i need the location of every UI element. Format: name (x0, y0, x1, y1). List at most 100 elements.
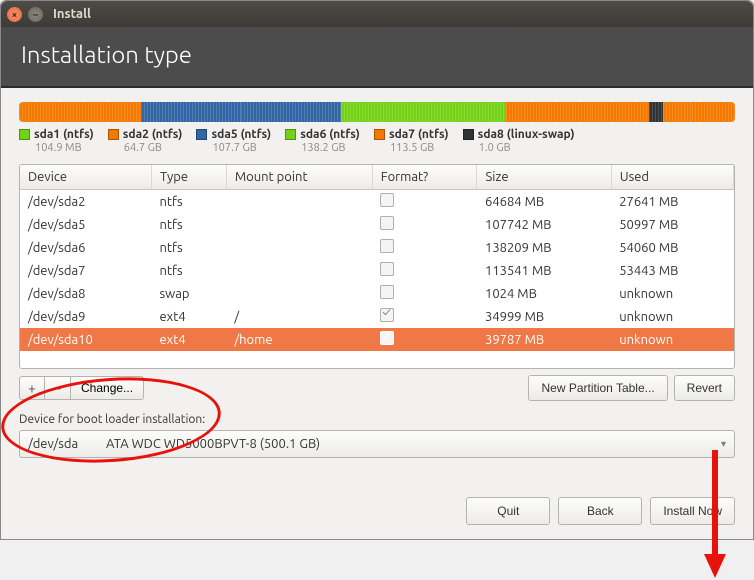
partition-segment[interactable] (592, 102, 649, 122)
cell-used: unknown (611, 282, 733, 305)
table-row[interactable]: /dev/sda7ntfs 113541 MB53443 MB (20, 259, 734, 282)
cell-type: ntfs (151, 236, 226, 259)
column-header[interactable]: Size (477, 165, 611, 190)
partition-segment[interactable] (506, 102, 592, 122)
format-checkbox[interactable] (380, 308, 394, 322)
partition-segment[interactable] (692, 102, 735, 122)
window-title: Install (53, 7, 91, 21)
legend-label: sda6 (ntfs) (300, 128, 360, 142)
content-area: sda1 (ntfs)104.9 MB sda2 (ntfs)64.7 GB sda… (1, 88, 753, 487)
cell-size: 138209 MB (477, 236, 611, 259)
dropdown-icon: ▾ (721, 438, 726, 450)
partition-usage-bar (19, 102, 735, 122)
back-button[interactable]: Back (558, 497, 642, 525)
cell-format[interactable] (372, 190, 477, 214)
cell-format[interactable] (372, 259, 477, 282)
cell-device: /dev/sda10 (20, 328, 151, 351)
minimize-icon[interactable]: – (28, 7, 43, 22)
format-checkbox[interactable] (380, 216, 394, 230)
cell-type: ext4 (151, 305, 226, 328)
close-icon[interactable]: × (7, 7, 22, 22)
partition-segment[interactable] (141, 102, 241, 122)
cell-device: /dev/sda8 (20, 282, 151, 305)
format-checkbox[interactable] (380, 239, 394, 253)
cell-mount (226, 259, 372, 282)
cell-type: ext4 (151, 328, 226, 351)
format-checkbox[interactable] (380, 193, 394, 207)
cell-mount (226, 282, 372, 305)
column-header[interactable]: Device (20, 165, 151, 190)
cell-device: /dev/sda7 (20, 259, 151, 282)
cell-format[interactable] (372, 328, 477, 351)
cell-used: unknown (611, 328, 733, 351)
legend-swatch (374, 129, 385, 140)
column-header[interactable]: Format? (372, 165, 477, 190)
cell-size: 1024 MB (477, 282, 611, 305)
install-now-button[interactable]: Install Now (650, 497, 735, 525)
install-window: × – Install Installation type sda1 (ntfs… (0, 0, 754, 540)
add-partition-button[interactable]: + (19, 376, 45, 400)
legend-item: sda7 (ntfs)113.5 GB (374, 128, 449, 154)
table-row[interactable]: /dev/sda5ntfs 107742 MB50997 MB (20, 213, 734, 236)
column-header[interactable]: Type (151, 165, 226, 190)
table-row[interactable]: /dev/sda6ntfs138209 MB54060 MB (20, 236, 734, 259)
cell-size: 64684 MB (477, 190, 611, 214)
table-row[interactable]: /dev/sda8swap 1024 MBunknown (20, 282, 734, 305)
new-partition-table-button[interactable]: New Partition Table... (528, 375, 667, 401)
cell-used: 54060 MB (611, 236, 733, 259)
cell-size: 34999 MB (477, 305, 611, 328)
format-checkbox[interactable] (380, 331, 394, 345)
partition-segment[interactable] (470, 102, 506, 122)
cell-mount: /home (226, 328, 372, 351)
cell-size: 107742 MB (477, 213, 611, 236)
legend-size: 104.9 MB (35, 142, 94, 155)
cell-type: ntfs (151, 259, 226, 282)
quit-button[interactable]: Quit (466, 497, 550, 525)
legend-label: sda2 (ntfs) (123, 128, 183, 142)
page-title: Installation type (21, 41, 733, 68)
format-checkbox[interactable] (380, 285, 394, 299)
legend-item: sda6 (ntfs)138.2 GB (285, 128, 360, 154)
partition-legend: sda1 (ntfs)104.9 MB sda2 (ntfs)64.7 GB sda… (19, 128, 735, 154)
legend-size: 107.7 GB (212, 142, 271, 155)
partition-segment[interactable] (241, 102, 341, 122)
cell-device: /dev/sda2 (20, 190, 151, 214)
cell-mount (226, 190, 372, 214)
partition-segment[interactable] (91, 102, 141, 122)
cell-type: ntfs (151, 213, 226, 236)
cell-format[interactable] (372, 236, 477, 259)
column-header[interactable]: Mount point (226, 165, 372, 190)
partition-segment[interactable] (341, 102, 470, 122)
table-row[interactable]: /dev/sda10ext4/home39787 MBunknown (20, 328, 734, 351)
partition-segment[interactable] (19, 102, 91, 122)
column-header[interactable]: Used (611, 165, 733, 190)
remove-partition-button[interactable]: − (45, 376, 71, 400)
cell-format[interactable] (372, 282, 477, 305)
partition-table: DeviceTypeMount pointFormat?SizeUsed /de… (19, 164, 735, 369)
page-header: Installation type (1, 27, 753, 88)
partition-segment[interactable] (663, 102, 692, 122)
bootloader-label: Device for boot loader installation: (19, 413, 735, 426)
legend-label: sda5 (ntfs) (211, 128, 271, 142)
table-row[interactable]: /dev/sda9ext4/34999 MBunknown (20, 305, 734, 328)
cell-type: ntfs (151, 190, 226, 214)
legend-label: sda1 (ntfs) (34, 128, 94, 142)
change-partition-button[interactable]: Change... (71, 376, 144, 400)
cell-used: 53443 MB (611, 259, 733, 282)
cell-used: 50997 MB (611, 213, 733, 236)
legend-size: 64.7 GB (124, 142, 183, 155)
legend-swatch (196, 129, 207, 140)
cell-device: /dev/sda5 (20, 213, 151, 236)
cell-type: swap (151, 282, 226, 305)
bootloader-device-select[interactable]: /dev/sda ATA WDC WD5000BPVT-8 (500.1 GB)… (19, 430, 735, 458)
cell-format[interactable] (372, 213, 477, 236)
bootloader-desc: ATA WDC WD5000BPVT-8 (500.1 GB) (106, 437, 320, 451)
titlebar: × – Install (1, 1, 753, 27)
cell-format[interactable] (372, 305, 477, 328)
legend-item: sda1 (ntfs)104.9 MB (19, 128, 94, 154)
revert-button[interactable]: Revert (674, 375, 735, 401)
cell-size: 113541 MB (477, 259, 611, 282)
format-checkbox[interactable] (380, 262, 394, 276)
partition-segment[interactable] (649, 102, 663, 122)
table-row[interactable]: /dev/sda2ntfs64684 MB27641 MB (20, 190, 734, 214)
